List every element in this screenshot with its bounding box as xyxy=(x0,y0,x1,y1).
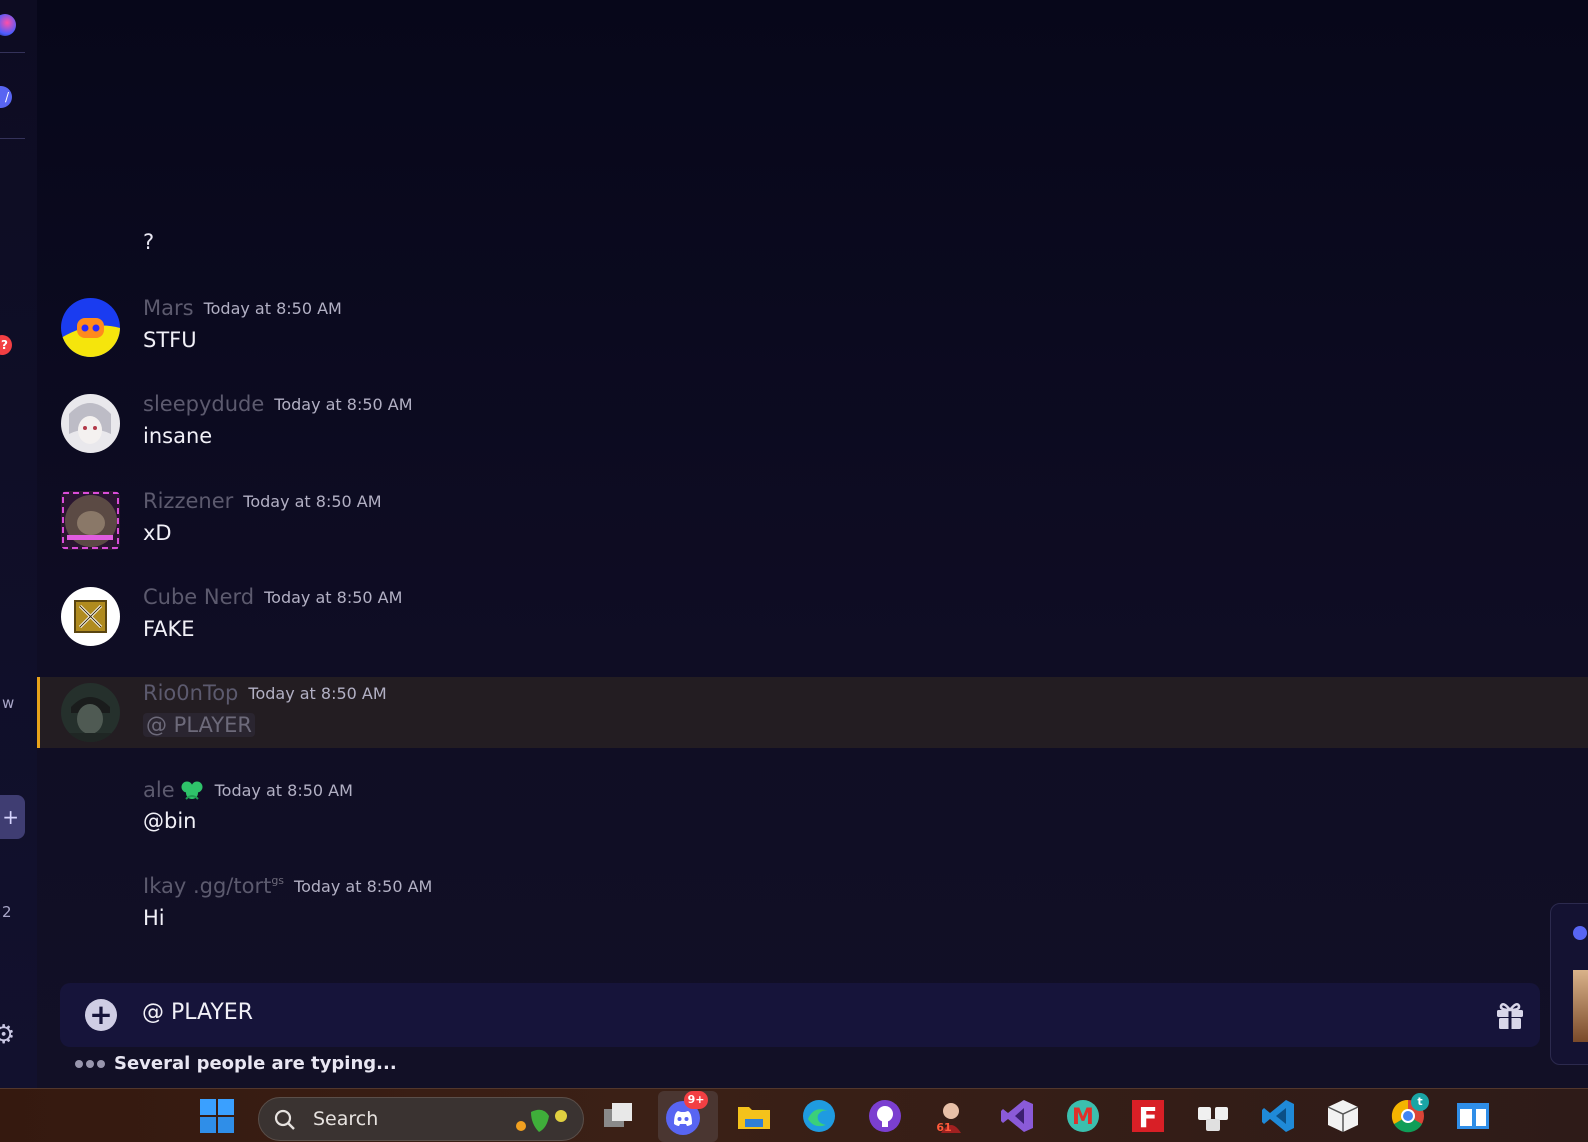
windows-start-icon[interactable] xyxy=(198,1097,236,1135)
username[interactable]: sleepydude xyxy=(143,392,264,416)
taskbar-search-box[interactable]: Search xyxy=(258,1097,584,1141)
svg-text:F: F xyxy=(1138,1101,1157,1134)
popup-status-dot xyxy=(1573,926,1587,940)
server-icon[interactable] xyxy=(0,14,16,36)
visual-studio-icon[interactable] xyxy=(998,1097,1036,1135)
discord-notification-badge: 9+ xyxy=(684,1091,708,1109)
typing-dots-icon xyxy=(75,1053,108,1074)
message-text: insane xyxy=(143,424,213,448)
gift-icon[interactable] xyxy=(1494,999,1526,1031)
timestamp: Today at 8:50 AM xyxy=(248,683,387,703)
profile-app-icon[interactable]: 61 xyxy=(932,1097,970,1135)
typing-indicator-text: Several people are typing... xyxy=(114,1053,397,1074)
m-app-icon[interactable]: M xyxy=(1064,1097,1102,1135)
notification-badge: ? xyxy=(0,335,12,355)
sidebar-channel-fragment[interactable]: w xyxy=(2,694,14,712)
svg-text:M: M xyxy=(1072,1105,1094,1130)
username[interactable]: Rizzener xyxy=(143,489,233,513)
timestamp: Today at 8:50 AM xyxy=(274,394,413,414)
search-icon xyxy=(273,1108,297,1132)
windows-taskbar: Search 9+ 61 M F t xyxy=(0,1088,1588,1142)
message-item[interactable]: Cube Nerd Today at 8:50 AM FAKE xyxy=(37,581,1588,657)
avatar[interactable] xyxy=(61,298,120,357)
message-item[interactable]: sleepydude Today at 8:50 AM insane xyxy=(37,388,1588,464)
message-item[interactable]: ale Today at 8:50 AM @bin xyxy=(37,773,1588,849)
username[interactable]: Ikay .gg/tort xyxy=(143,874,271,898)
package-app-icon[interactable] xyxy=(1324,1097,1362,1135)
username[interactable]: Cube Nerd xyxy=(143,585,254,609)
side-popup-panel[interactable] xyxy=(1550,903,1588,1065)
username[interactable]: Rio0nTop xyxy=(143,681,238,705)
chrome-profile-badge: t xyxy=(1411,1093,1429,1111)
message-item[interactable]: Ikay .gg/tortgs Today at 8:50 AM Hi xyxy=(37,870,1588,946)
clover-role-icon xyxy=(179,777,205,803)
profile-app-badge: 61 xyxy=(936,1121,952,1134)
add-friend-icon[interactable]: + xyxy=(0,795,25,839)
github-desktop-icon[interactable] xyxy=(866,1097,904,1135)
popup-thumbnail[interactable] xyxy=(1573,970,1588,1042)
user-mention[interactable]: @ PLAYER xyxy=(143,713,255,737)
search-placeholder: Search xyxy=(313,1108,379,1130)
edge-browser-icon[interactable] xyxy=(800,1097,838,1135)
file-explorer-icon[interactable] xyxy=(735,1097,773,1135)
sidebar-divider xyxy=(0,138,25,139)
timestamp: Today at 8:50 AM xyxy=(243,491,382,511)
message-item-mention[interactable]: Rio0nTop Today at 8:50 AM @ PLAYER xyxy=(37,677,1588,748)
avatar[interactable] xyxy=(61,491,120,550)
typing-indicator: Several people are typing... xyxy=(75,1053,397,1074)
chat-area: ? Mars Today at 8:50 AM STFU sleepydude … xyxy=(37,0,1588,1088)
message-text: STFU xyxy=(143,328,197,352)
avatar[interactable] xyxy=(61,587,120,646)
add-attachment-button[interactable]: + xyxy=(85,999,117,1031)
server-icon-blue[interactable]: / xyxy=(0,86,12,108)
chrome-browser-icon[interactable]: t xyxy=(1389,1093,1429,1135)
timestamp: Today at 8:50 AM xyxy=(264,587,403,607)
settings-gear-icon[interactable]: ⚙ xyxy=(0,1020,16,1050)
username[interactable]: ale xyxy=(143,778,175,802)
username[interactable]: Mars xyxy=(143,296,194,320)
f-app-icon[interactable]: F xyxy=(1129,1097,1167,1135)
server-sidebar: / ? w + 2 ⚙ xyxy=(0,0,37,1088)
timestamp: Today at 8:50 AM xyxy=(203,298,342,318)
vscode-icon[interactable] xyxy=(1259,1097,1297,1135)
timestamp: Today at 8:50 AM xyxy=(294,876,433,896)
message-text: xD xyxy=(143,521,172,545)
keyboard-app-icon[interactable] xyxy=(1194,1097,1232,1135)
window-app-icon[interactable] xyxy=(1454,1097,1492,1135)
message-item[interactable]: Rizzener Today at 8:50 AM xD xyxy=(37,485,1588,561)
message-text: FAKE xyxy=(143,617,195,641)
task-view-icon[interactable] xyxy=(600,1097,638,1135)
server-tag: gs xyxy=(271,874,285,888)
search-highlight-icon xyxy=(513,1104,571,1136)
sidebar-count-fragment: 2 xyxy=(2,903,12,921)
message-composer[interactable]: + @ PLAYER xyxy=(60,983,1540,1047)
message-text: ? xyxy=(143,230,155,254)
timestamp: Today at 8:50 AM xyxy=(214,780,353,800)
avatar[interactable] xyxy=(61,394,120,453)
avatar[interactable] xyxy=(61,683,120,742)
message-input[interactable]: @ PLAYER xyxy=(142,1000,253,1025)
message-item[interactable]: Mars Today at 8:50 AM STFU xyxy=(37,292,1588,368)
taskbar-discord-button[interactable]: 9+ xyxy=(658,1091,718,1142)
message-text: @bin xyxy=(143,809,197,833)
sidebar-divider xyxy=(0,52,25,53)
message-text: Hi xyxy=(143,906,165,930)
